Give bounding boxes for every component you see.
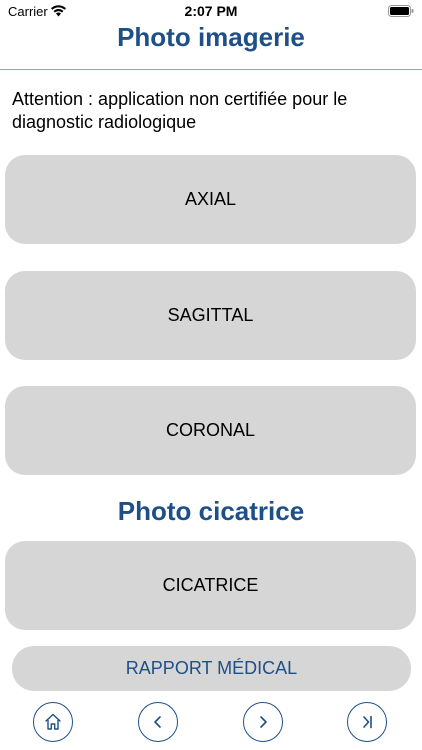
skip-to-end-icon	[363, 715, 372, 729]
coronal-button[interactable]: CORONAL	[5, 386, 416, 475]
warning-text: Attention : application non certifiée po…	[12, 89, 348, 132]
axial-button[interactable]: AXIAL	[5, 155, 416, 244]
scar-section-title: Photo cicatrice	[117, 496, 305, 526]
page-title: Photo imagerie	[117, 22, 305, 52]
nav-divider	[0, 69, 422, 70]
cicatrice-button[interactable]: CICATRICE	[5, 541, 416, 630]
sagittal-button[interactable]: SAGITTAL	[5, 271, 416, 360]
battery-icon	[388, 5, 414, 17]
status-bar: Carrier 2:07 PM	[0, 0, 422, 22]
bottom-toolbar	[0, 702, 422, 744]
previous-button[interactable]	[138, 702, 178, 742]
next-button[interactable]	[243, 702, 283, 742]
status-time: 2:07 PM	[184, 3, 238, 19]
screen: Carrier 2:07 PM Photo imagerie Attention…	[0, 0, 422, 750]
home-button[interactable]	[33, 702, 73, 742]
chevron-right-icon	[260, 716, 267, 728]
home-icon	[45, 713, 61, 730]
chevron-left-icon	[154, 716, 161, 728]
medical-report-button[interactable]: RAPPORT MÉDICAL	[12, 646, 411, 691]
last-button[interactable]	[347, 702, 387, 742]
